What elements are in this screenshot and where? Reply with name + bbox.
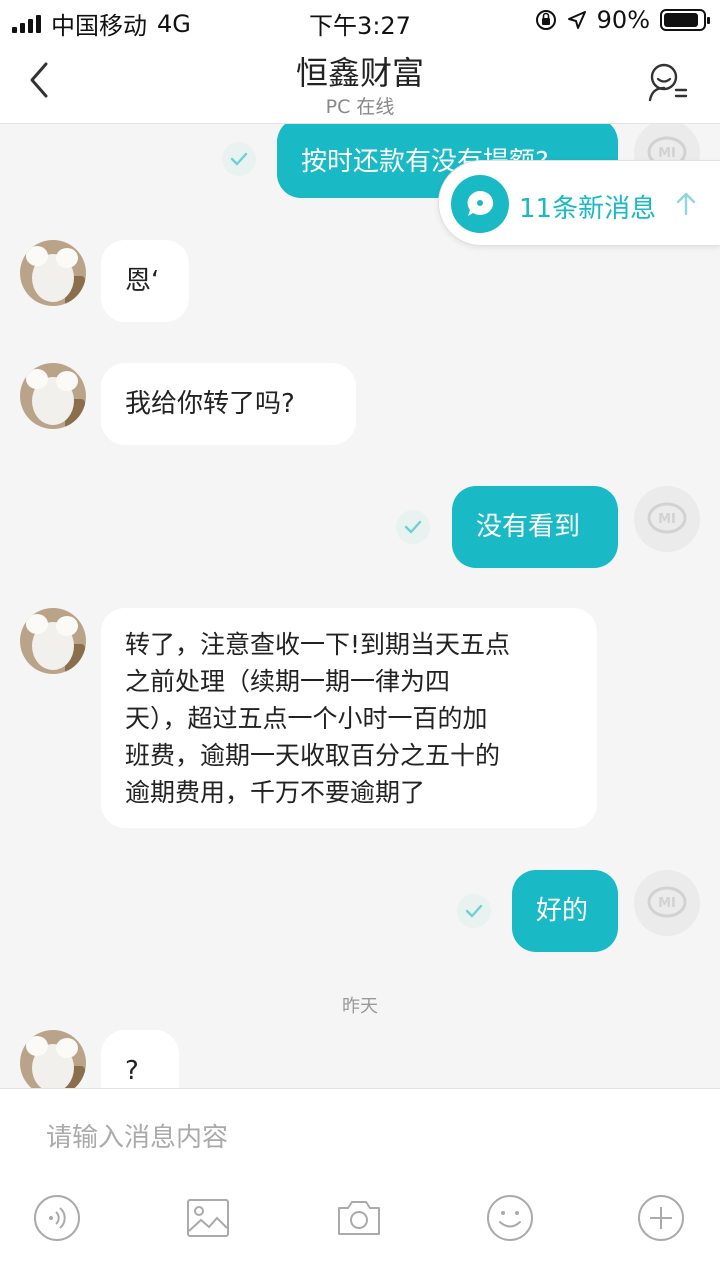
- message-line: 逾期费用，千万不要逾期了: [125, 777, 426, 807]
- voice-icon[interactable]: [32, 1193, 82, 1243]
- orientation-lock-icon: [535, 10, 556, 30]
- message-bubble-out[interactable]: 好的: [512, 870, 618, 952]
- battery-fill: [664, 13, 699, 27]
- message-line: 班费，逾期一天收取百分之五十的: [125, 740, 501, 770]
- my-avatar: MI: [634, 870, 700, 936]
- new-messages-button[interactable]: 11条新消息: [438, 160, 720, 246]
- input-bar: 请输入消息内容: [0, 1088, 720, 1280]
- svg-text:MI: MI: [658, 896, 676, 911]
- chat-title: 恒鑫财富: [295, 54, 424, 92]
- time-separator: 昨天: [342, 996, 378, 1017]
- user-list-icon[interactable]: [646, 60, 690, 104]
- camera-icon[interactable]: [334, 1193, 384, 1243]
- message-line: 之前处理（续期一期一律为四: [125, 666, 451, 696]
- contact-avatar[interactable]: [20, 363, 86, 429]
- contact-avatar[interactable]: [20, 240, 86, 306]
- message-input[interactable]: 请输入消息内容: [46, 1117, 228, 1154]
- chat-header: 恒鑫财富 PC 在线: [0, 40, 720, 124]
- message-line: 天），超过五点一个小时一百的加: [125, 703, 488, 733]
- message-bubble-in[interactable]: 恩‘: [101, 240, 189, 322]
- contact-avatar[interactable]: [20, 1030, 86, 1088]
- arrow-up-icon: [676, 192, 696, 216]
- message-bubble-out[interactable]: 没有看到: [452, 486, 618, 568]
- chat-area[interactable]: 按时还款有没有提额? MI 恩‘ 我给你转了吗? 没有看到 MI 转了，注意查收…: [0, 124, 720, 1088]
- plus-icon[interactable]: [636, 1193, 686, 1243]
- read-check-icon: [457, 894, 491, 928]
- status-right: 90%: [535, 6, 710, 34]
- svg-text:MI: MI: [658, 146, 676, 161]
- message-bubble-in[interactable]: 我给你转了吗?: [101, 363, 356, 445]
- svg-text:MI: MI: [658, 512, 676, 527]
- chat-subtitle: PC 在线: [325, 96, 395, 118]
- battery-icon: [660, 9, 710, 31]
- message-bubble-in[interactable]: ?: [101, 1030, 179, 1088]
- battery-percent: 90%: [596, 6, 650, 34]
- my-avatar: MI: [634, 486, 700, 552]
- status-bar: 中国移动 4G 下午3:27 90%: [0, 0, 720, 40]
- read-check-icon: [222, 142, 256, 176]
- image-icon[interactable]: [183, 1193, 233, 1243]
- new-messages-label: 11条新消息: [519, 194, 657, 224]
- contact-avatar[interactable]: [20, 608, 86, 674]
- location-icon: [567, 11, 586, 29]
- emoji-icon[interactable]: [485, 1193, 535, 1243]
- message-line: 转了，注意查收一下!到期当天五点: [125, 629, 511, 659]
- read-check-icon: [396, 510, 430, 544]
- message-icon: [451, 175, 509, 233]
- message-bubble-in[interactable]: 转了，注意查收一下!到期当天五点 之前处理（续期一期一律为四 天），超过五点一个…: [101, 608, 597, 828]
